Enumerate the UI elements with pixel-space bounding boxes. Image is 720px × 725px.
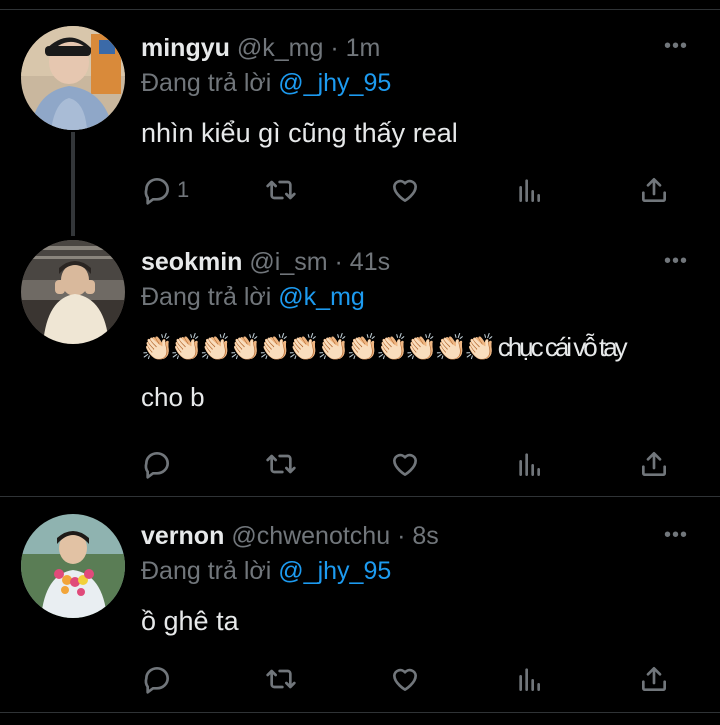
share-button[interactable] (638, 662, 670, 696)
avatar[interactable] (21, 26, 125, 130)
views-icon (519, 179, 540, 202)
separator-dot: · (334, 248, 343, 276)
views-button[interactable] (514, 447, 546, 481)
share-icon (642, 452, 666, 476)
retweet-icon (266, 454, 296, 474)
handle[interactable]: @chwenotchu (231, 522, 390, 550)
display-name[interactable]: seokmin (141, 248, 242, 276)
tweet-divider (0, 712, 720, 713)
tweet-actions (0, 447, 720, 481)
like-button[interactable] (389, 173, 421, 207)
share-button[interactable] (638, 173, 670, 207)
replying-to-label: Đang trả lời (141, 283, 272, 311)
tweet-text-line: 👏🏻👏🏻👏🏻👏🏻👏🏻👏🏻👏🏻👏🏻👏🏻👏🏻👏🏻👏🏻 chục cái vỗ tay (141, 332, 628, 362)
tweet-text-line: nhìn kiểu gì cũng thấy real (141, 118, 458, 148)
tweet-divider (0, 496, 720, 497)
share-button[interactable] (638, 447, 670, 481)
retweet-button[interactable] (265, 173, 297, 207)
timestamp[interactable]: 1m (346, 34, 381, 62)
retweet-button[interactable] (265, 447, 297, 481)
more-options-button[interactable]: ••• (664, 36, 688, 56)
like-icon (393, 179, 417, 202)
tweet-text: ồ ghê ta (141, 596, 701, 646)
reply-icon (144, 667, 169, 694)
reply-button[interactable]: 1 (141, 173, 189, 207)
like-icon (393, 668, 417, 691)
views-button[interactable] (514, 173, 546, 207)
tweet-actions: 1 (0, 173, 720, 207)
replying-to: Đang trả lời @_jhy_95 (141, 68, 391, 98)
handle[interactable]: @i_sm (249, 248, 327, 276)
replying-to: Đang trả lời @_jhy_95 (141, 556, 391, 586)
views-icon (519, 453, 540, 476)
tweet-text: 👏🏻👏🏻👏🏻👏🏻👏🏻👏🏻👏🏻👏🏻👏🏻👏🏻👏🏻👏🏻 chục cái vỗ tay… (141, 322, 701, 422)
replying-to-label: Đang trả lời (141, 557, 272, 585)
tweet-actions (0, 662, 720, 696)
display-name[interactable]: mingyu (141, 34, 230, 62)
tweet-header: seokmin @i_sm · 41s (141, 247, 390, 277)
tweet-text: nhìn kiểu gì cũng thấy real (141, 108, 701, 158)
separator-dot: · (330, 34, 339, 62)
reply-count: 1 (177, 177, 190, 202)
top-border (0, 9, 720, 10)
tweet-text-line: cho b (141, 382, 205, 412)
avatar[interactable] (21, 514, 125, 618)
reply-icon (144, 178, 169, 205)
retweet-icon (266, 180, 296, 200)
reply-button[interactable] (141, 662, 177, 696)
reply-icon (144, 452, 169, 479)
like-button[interactable] (389, 662, 421, 696)
mention-link[interactable]: @_jhy_95 (278, 557, 391, 585)
share-icon (642, 178, 666, 202)
tweet-header: mingyu @k_mg · 1m (141, 33, 380, 63)
mention-link[interactable]: @k_mg (278, 283, 365, 311)
tweet-header: vernon @chwenotchu · 8s (141, 521, 439, 551)
more-options-button[interactable]: ••• (664, 525, 688, 545)
timestamp[interactable]: 8s (412, 522, 438, 550)
like-icon (393, 453, 417, 476)
views-icon (519, 668, 540, 691)
more-options-button[interactable]: ••• (664, 251, 688, 271)
replying-to: Đang trả lời @k_mg (141, 282, 365, 312)
display-name[interactable]: vernon (141, 522, 224, 550)
retweet-icon (266, 669, 296, 689)
handle[interactable]: @k_mg (237, 34, 324, 62)
like-button[interactable] (389, 447, 421, 481)
tweet-text-line: ồ ghê ta (141, 606, 239, 636)
mention-link[interactable]: @_jhy_95 (278, 69, 391, 97)
avatar[interactable] (21, 240, 125, 344)
reply-button[interactable] (141, 447, 177, 481)
separator-dot: · (397, 522, 406, 550)
retweet-button[interactable] (265, 662, 297, 696)
share-icon (642, 667, 666, 691)
replying-to-label: Đang trả lời (141, 69, 272, 97)
timestamp[interactable]: 41s (350, 248, 390, 276)
views-button[interactable] (514, 662, 546, 696)
